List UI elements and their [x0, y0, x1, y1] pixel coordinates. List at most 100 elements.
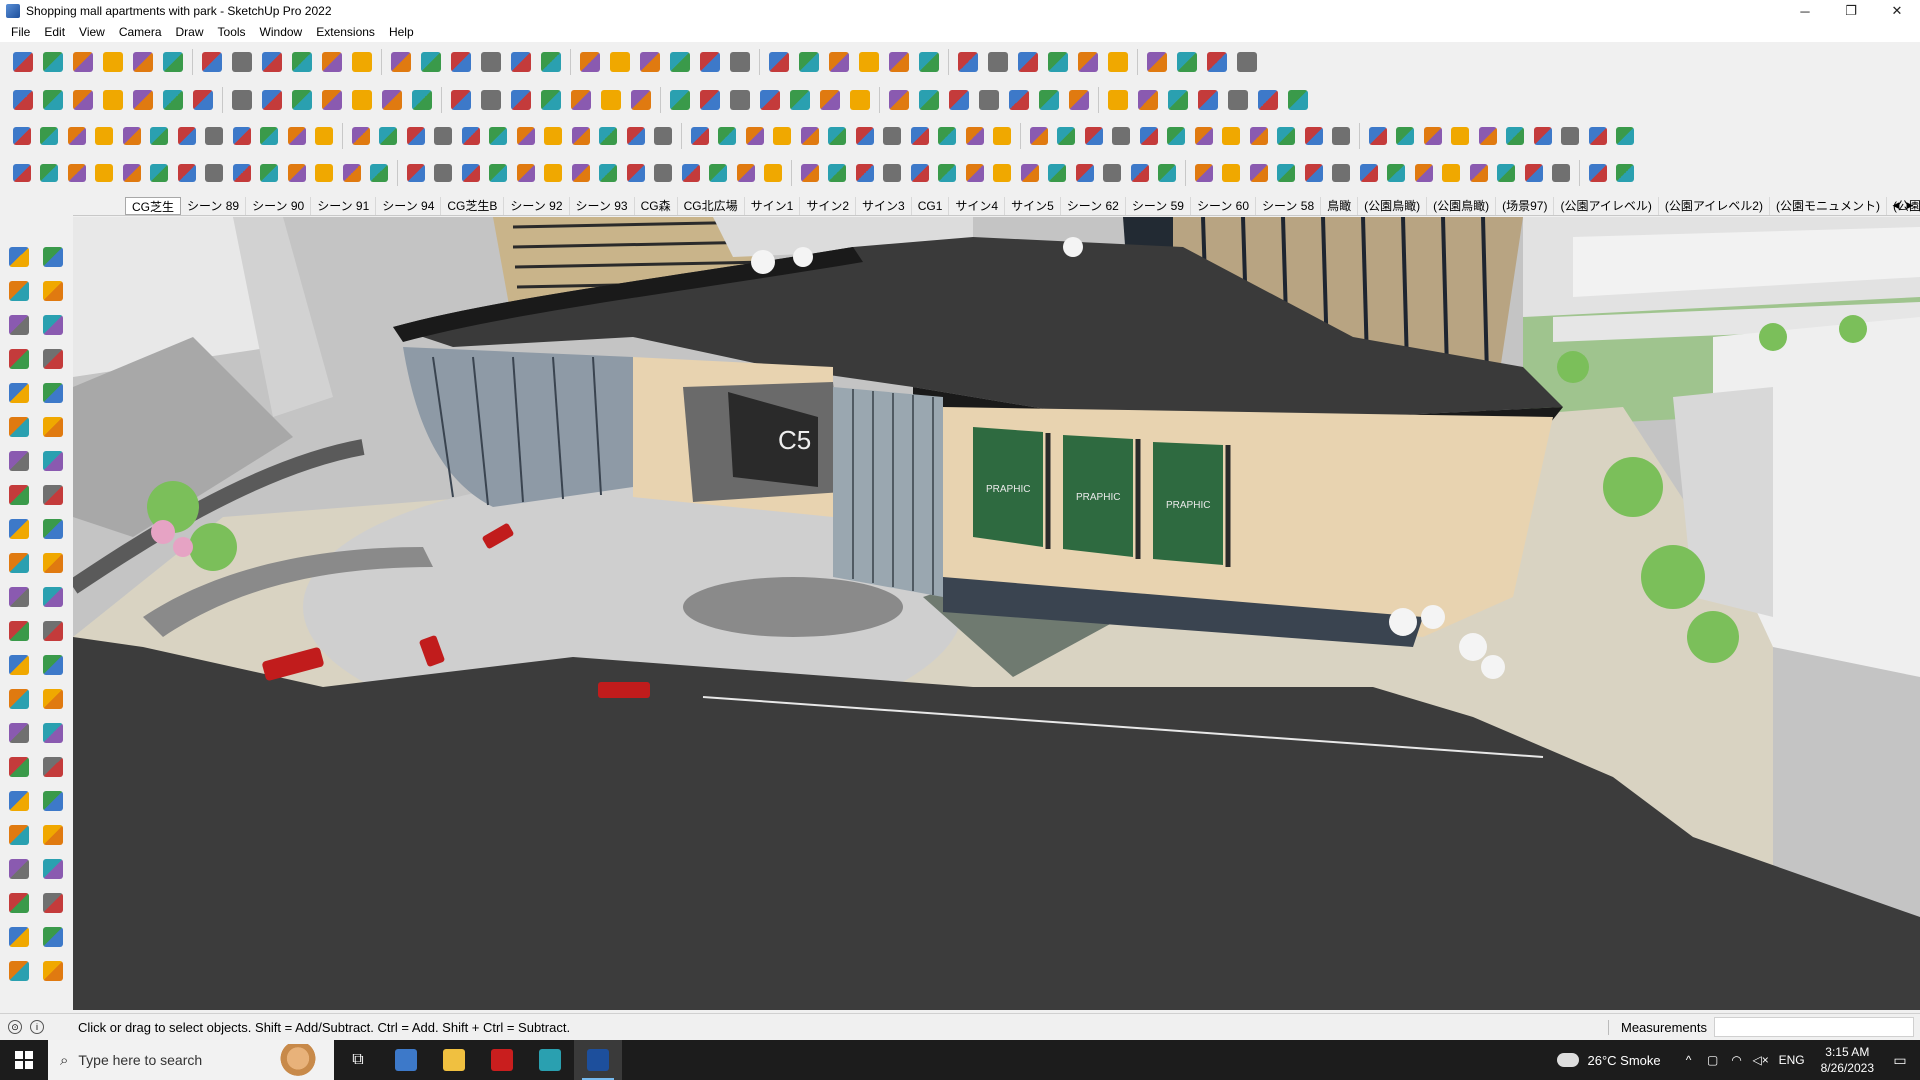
scene-tab[interactable]: シーン 91: [311, 196, 377, 215]
large-tool-button[interactable]: [2, 342, 36, 376]
tool-button[interactable]: [989, 159, 1017, 187]
tool-button[interactable]: [201, 159, 229, 187]
info-icon[interactable]: i: [30, 1020, 44, 1034]
volume-icon[interactable]: ◁×: [1751, 1053, 1771, 1067]
tool-button[interactable]: [845, 85, 875, 115]
large-tool-button[interactable]: [2, 580, 36, 614]
large-tool-button[interactable]: [2, 614, 36, 648]
tool-button[interactable]: [1218, 122, 1246, 150]
scene-tab[interactable]: シーン 93: [570, 196, 635, 215]
scene-tab[interactable]: シーン 58: [1256, 196, 1322, 215]
tool-button[interactable]: [1273, 159, 1301, 187]
taskbar-search[interactable]: ⌕ Type here to search: [48, 1040, 334, 1080]
tool-button[interactable]: [257, 85, 287, 115]
tool-button[interactable]: [974, 85, 1004, 115]
large-tool-button[interactable]: [36, 614, 70, 648]
tool-button[interactable]: [695, 47, 725, 77]
tool-button[interactable]: [1493, 159, 1521, 187]
scene-tab[interactable]: シーン 89: [181, 196, 247, 215]
tool-button[interactable]: [1154, 159, 1182, 187]
scene-prev-button[interactable]: ◀: [1890, 198, 1902, 212]
tool-button[interactable]: [228, 122, 256, 150]
tool-button[interactable]: [650, 122, 678, 150]
tool-button[interactable]: [851, 122, 879, 150]
tool-button[interactable]: [705, 159, 733, 187]
tool-button[interactable]: [796, 122, 824, 150]
tool-button[interactable]: [961, 122, 989, 150]
tool-button[interactable]: [1584, 122, 1612, 150]
tool-button[interactable]: [118, 159, 146, 187]
tool-button[interactable]: [8, 159, 36, 187]
large-tool-button[interactable]: [36, 308, 70, 342]
sketchup-app[interactable]: [574, 1040, 622, 1080]
tool-button[interactable]: [622, 122, 650, 150]
tool-button[interactable]: [1223, 85, 1253, 115]
tool-button[interactable]: [879, 122, 907, 150]
menu-edit[interactable]: Edit: [37, 25, 72, 39]
tool-button[interactable]: [1025, 122, 1053, 150]
tool-button[interactable]: [741, 122, 769, 150]
tool-button[interactable]: [989, 122, 1017, 150]
tool-button[interactable]: [1474, 122, 1502, 150]
large-tool-button[interactable]: [2, 784, 36, 818]
tool-button[interactable]: [626, 85, 656, 115]
measurements-input[interactable]: [1714, 1017, 1914, 1037]
tool-button[interactable]: [755, 85, 785, 115]
tool-button[interactable]: [377, 85, 407, 115]
tool-button[interactable]: [8, 85, 38, 115]
tool-button[interactable]: [347, 122, 375, 150]
tool-button[interactable]: [1218, 159, 1246, 187]
scene-tab[interactable]: サイン5: [1005, 196, 1061, 215]
scene-tab[interactable]: CG芝生B: [441, 196, 505, 215]
tool-button[interactable]: [287, 85, 317, 115]
large-tool-button[interactable]: [2, 240, 36, 274]
tool-button[interactable]: [402, 122, 430, 150]
tool-button[interactable]: [567, 159, 595, 187]
tool-button[interactable]: [512, 159, 540, 187]
wifi-icon[interactable]: ◠: [1727, 1053, 1747, 1067]
tool-button[interactable]: [695, 85, 725, 115]
scene-tab[interactable]: CG北広場: [678, 196, 745, 215]
tool-button[interactable]: [227, 47, 257, 77]
tool-button[interactable]: [686, 122, 714, 150]
scene-tab[interactable]: サイン2: [800, 196, 856, 215]
large-tool-button[interactable]: [2, 852, 36, 886]
tool-button[interactable]: [725, 47, 755, 77]
tool-button[interactable]: [1108, 122, 1136, 150]
scene-tab[interactable]: シーン 92: [504, 196, 570, 215]
tool-button[interactable]: [854, 47, 884, 77]
tool-button[interactable]: [128, 85, 158, 115]
tool-button[interactable]: [824, 159, 852, 187]
tool-button[interactable]: [540, 159, 568, 187]
tool-button[interactable]: [677, 159, 705, 187]
large-tool-button[interactable]: [36, 852, 70, 886]
tool-button[interactable]: [1253, 85, 1283, 115]
tool-button[interactable]: [983, 47, 1013, 77]
tool-button[interactable]: [1245, 122, 1273, 150]
scene-tab[interactable]: シーン 60: [1191, 196, 1257, 215]
menu-window[interactable]: Window: [253, 25, 310, 39]
tool-button[interactable]: [1328, 159, 1356, 187]
notification-icon[interactable]: ▭: [1888, 1048, 1912, 1072]
tool-button[interactable]: [1245, 159, 1273, 187]
menu-extensions[interactable]: Extensions: [309, 25, 382, 39]
tool-button[interactable]: [1172, 47, 1202, 77]
tool-button[interactable]: [98, 47, 128, 77]
large-tool-button[interactable]: [36, 716, 70, 750]
tool-button[interactable]: [906, 159, 934, 187]
tool-button[interactable]: [824, 122, 852, 150]
large-tool-button[interactable]: [36, 512, 70, 546]
tool-button[interactable]: [1438, 159, 1466, 187]
tool-button[interactable]: [1044, 159, 1072, 187]
tool-button[interactable]: [430, 122, 458, 150]
large-tool-button[interactable]: [36, 274, 70, 308]
tool-button[interactable]: [879, 159, 907, 187]
scene-next-button[interactable]: ▶: [1904, 198, 1916, 212]
tool-button[interactable]: [91, 122, 119, 150]
tool-button[interactable]: [794, 47, 824, 77]
large-tool-button[interactable]: [36, 478, 70, 512]
scene-tab[interactable]: (公園アイレベル): [1554, 196, 1659, 215]
tool-button[interactable]: [173, 122, 201, 150]
scene-tab[interactable]: (公園鳥瞰): [1358, 196, 1428, 215]
tool-button[interactable]: [1328, 122, 1356, 150]
